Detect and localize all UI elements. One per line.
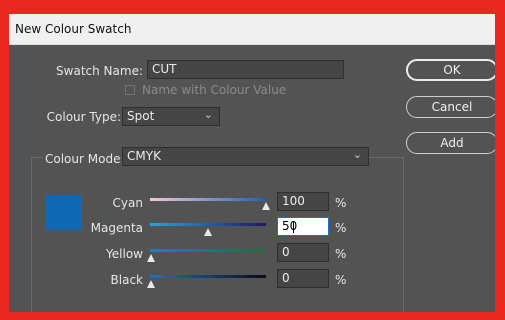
yellow-unit: % [335,247,347,261]
yellow-input[interactable]: 0 [277,243,329,262]
title-bar: New Colour Swatch [9,14,495,45]
cyan-label: Cyan [112,196,143,210]
black-slider-track[interactable] [150,275,266,278]
cyan-input[interactable]: 100 [277,192,329,211]
magenta-slider-track[interactable] [150,223,266,226]
name-with-colour-value-label: Name with Colour Value [142,83,287,97]
colour-mode-label: Colour Mode: [43,152,127,166]
name-with-colour-value-checkbox[interactable] [125,85,135,95]
black-value: 0 [282,271,290,285]
swatch-name-input[interactable]: CUT [147,60,344,79]
black-input[interactable]: 0 [277,269,329,288]
black-slider-thumb[interactable] [147,280,155,288]
magenta-slider-thumb[interactable] [204,228,212,236]
swatch-name-label: Swatch Name: [56,64,143,78]
cyan-value: 100 [282,194,305,208]
cyan-unit: % [335,196,347,210]
colour-type-label: Colour Type: [46,110,121,124]
black-unit: % [335,273,347,287]
cyan-slider-thumb[interactable] [262,202,270,210]
ok-button[interactable]: OK [406,59,495,81]
dialog-title: New Colour Swatch [15,22,132,36]
magenta-label: Magenta [90,221,143,235]
colour-type-select[interactable]: Spot ⌄ [122,107,220,126]
yellow-label: Yellow [106,247,143,261]
cyan-slider-track[interactable] [150,198,266,201]
swatch-name-value: CUT [152,62,177,76]
add-button[interactable]: Add [406,132,495,154]
chevron-down-icon: ⌄ [352,148,362,161]
yellow-slider-thumb[interactable] [147,254,155,262]
new-colour-swatch-dialog: New Colour Swatch Swatch Name: CUT Name … [9,14,495,312]
chevron-down-icon: ⌄ [203,108,213,121]
text-caret [293,221,294,233]
colour-mode-select[interactable]: CMYK ⌄ [122,147,369,166]
colour-type-value: Spot [127,109,155,123]
cancel-button[interactable]: Cancel [406,96,495,118]
colour-mode-value: CMYK [127,149,161,163]
yellow-value: 0 [282,245,290,259]
yellow-slider-track[interactable] [150,249,266,252]
magenta-value: 50 [282,219,298,233]
magenta-input[interactable]: 50 [277,217,329,236]
black-label: Black [110,273,143,287]
magenta-unit: % [335,221,347,235]
